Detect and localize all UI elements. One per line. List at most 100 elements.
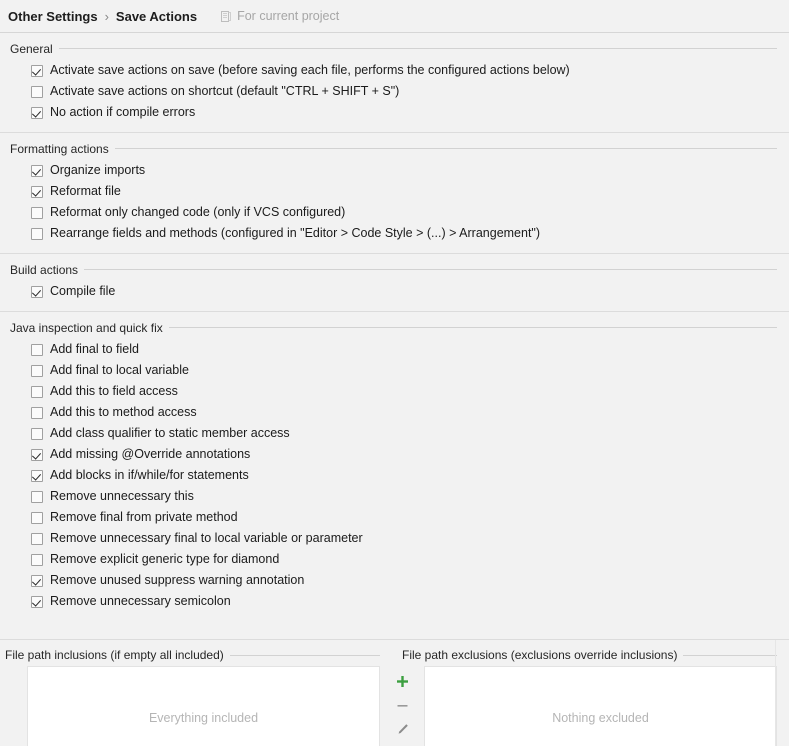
- checkbox-row[interactable]: Add class qualifier to static member acc…: [31, 423, 789, 444]
- checkbox-unchecked-icon[interactable]: [31, 490, 43, 503]
- checkbox-unchecked-icon[interactable]: [31, 227, 43, 240]
- checkbox-row[interactable]: Rearrange fields and methods (configured…: [31, 223, 789, 244]
- checkbox-row[interactable]: Remove explicit generic type for diamond: [31, 549, 789, 570]
- checkbox-label: Add missing @Override annotations: [50, 447, 251, 461]
- section-java-inspection-and-quick-fix: Java inspection and quick fix Add final t…: [0, 312, 789, 621]
- breadcrumb-separator-icon: ›: [104, 8, 109, 24]
- checkbox-label: Activate save actions on shortcut (defau…: [50, 84, 400, 98]
- checkbox-label: Remove unnecessary final to local variab…: [50, 531, 363, 545]
- exclusions-empty-text: Nothing excluded: [552, 711, 649, 725]
- checkbox-checked-icon[interactable]: [31, 164, 43, 177]
- checkbox-label: Reformat file: [50, 184, 121, 198]
- checkbox-label: Add final to field: [50, 342, 139, 356]
- checkbox-unchecked-icon[interactable]: [31, 553, 43, 566]
- checkbox-row[interactable]: Activate save actions on shortcut (defau…: [31, 81, 789, 102]
- inclusions-title: File path inclusions (if empty all inclu…: [5, 648, 224, 662]
- section-title-row: Formatting actions: [0, 133, 789, 156]
- checkbox-unchecked-icon[interactable]: [31, 385, 43, 398]
- checkbox-label: Remove explicit generic type for diamond: [50, 552, 280, 566]
- section-title-rule: [58, 48, 777, 49]
- checkbox-checked-icon[interactable]: [31, 185, 43, 198]
- checkbox-checked-icon[interactable]: [31, 595, 43, 608]
- exclusions-title: File path exclusions (exclusions overrid…: [402, 648, 678, 662]
- checkbox-unchecked-icon[interactable]: [31, 364, 43, 377]
- inclusions-title-rule: [229, 654, 380, 656]
- checkbox-unchecked-icon[interactable]: [31, 406, 43, 419]
- inclusions-list[interactable]: Everything included: [27, 666, 380, 746]
- section-title: Build actions: [10, 262, 79, 277]
- panel-right-edge: [775, 640, 776, 746]
- edit-icon: [398, 723, 408, 734]
- checkbox-row[interactable]: Add missing @Override annotations: [31, 444, 789, 465]
- settings-header: Other Settings › Save Actions For curren…: [0, 0, 789, 33]
- exclusions-list[interactable]: Nothing excluded: [424, 666, 777, 746]
- edit-path-button[interactable]: [391, 717, 413, 741]
- checkbox-label: Add class qualifier to static member acc…: [50, 426, 290, 440]
- checkbox-label: No action if compile errors: [50, 105, 196, 119]
- inclusions-title-block: File path inclusions (if empty all inclu…: [0, 648, 392, 662]
- section-title: Formatting actions: [10, 141, 109, 156]
- section-general: General Activate save actions on save (be…: [0, 33, 789, 133]
- checkbox-unchecked-icon[interactable]: [31, 343, 43, 356]
- section-build-actions: Build actions Compile file: [0, 254, 789, 312]
- section-title: Java inspection and quick fix: [10, 320, 163, 335]
- checkbox-label: Add final to local variable: [50, 363, 189, 377]
- checkbox-unchecked-icon[interactable]: [31, 532, 43, 545]
- checkbox-row[interactable]: Reformat file: [31, 181, 789, 202]
- checkbox-checked-icon[interactable]: [31, 285, 43, 298]
- section-title-rule: [84, 269, 777, 270]
- settings-sections: General Activate save actions on save (be…: [0, 33, 789, 621]
- checkbox-row[interactable]: Compile file: [31, 281, 789, 302]
- checkbox-label: Rearrange fields and methods (configured…: [50, 226, 541, 240]
- breadcrumb-parent[interactable]: Other Settings: [8, 9, 98, 24]
- checkbox-row[interactable]: Add this to method access: [31, 402, 789, 423]
- remove-path-button[interactable]: [391, 693, 413, 717]
- checkbox-unchecked-icon[interactable]: [31, 511, 43, 524]
- checkbox-row[interactable]: Add this to field access: [31, 381, 789, 402]
- checkbox-row[interactable]: Remove unused suppress warning annotatio…: [31, 570, 789, 591]
- checkbox-label: Remove unused suppress warning annotatio…: [50, 573, 305, 587]
- remove-icon: [397, 704, 407, 707]
- checkbox-label: Add blocks in if/while/for statements: [50, 468, 249, 482]
- checkbox-row[interactable]: Remove unnecessary semicolon: [31, 591, 789, 612]
- checkbox-row[interactable]: Organize imports: [31, 160, 789, 181]
- project-file-icon: [219, 10, 232, 23]
- checkbox-row[interactable]: Remove unnecessary final to local variab…: [31, 528, 789, 549]
- exclusions-title-block: File path exclusions (exclusions overrid…: [392, 648, 789, 662]
- section-title-rule: [114, 148, 777, 149]
- checkbox-row[interactable]: No action if compile errors: [31, 102, 789, 123]
- checkbox-row[interactable]: Activate save actions on save (before sa…: [31, 60, 789, 81]
- section-title-rule: [168, 327, 777, 328]
- checkbox-row[interactable]: Remove final from private method: [31, 507, 789, 528]
- checkbox-label: Remove unnecessary this: [50, 489, 194, 503]
- checkbox-row[interactable]: Add final to local variable: [31, 360, 789, 381]
- checkbox-row[interactable]: Add blocks in if/while/for statements: [31, 465, 789, 486]
- checkbox-row[interactable]: Reformat only changed code (only if VCS …: [31, 202, 789, 223]
- checkbox-row[interactable]: Remove unnecessary this: [31, 486, 789, 507]
- checkbox-unchecked-icon[interactable]: [31, 427, 43, 440]
- scope-indicator: For current project: [219, 9, 339, 23]
- add-path-button[interactable]: [391, 669, 413, 693]
- section-formatting-actions: Formatting actions Organize imports Reform…: [0, 133, 789, 254]
- checkbox-row[interactable]: Add final to field: [31, 339, 789, 360]
- checkbox-label: Activate save actions on save (before sa…: [50, 63, 570, 77]
- section-title-row: Build actions: [0, 254, 789, 277]
- checkbox-checked-icon[interactable]: [31, 574, 43, 587]
- checkbox-checked-icon[interactable]: [31, 64, 43, 77]
- scope-label: For current project: [237, 9, 340, 23]
- checkbox-label: Remove final from private method: [50, 510, 238, 524]
- checkbox-label: Reformat only changed code (only if VCS …: [50, 205, 346, 219]
- checkbox-label: Organize imports: [50, 163, 146, 177]
- checkbox-unchecked-icon[interactable]: [31, 206, 43, 219]
- checkbox-unchecked-icon[interactable]: [31, 85, 43, 98]
- file-path-titles: File path inclusions (if empty all inclu…: [0, 640, 789, 666]
- section-title: General: [10, 41, 53, 56]
- section-title-row: Java inspection and quick fix: [0, 312, 789, 335]
- checkbox-label: Add this to method access: [50, 405, 197, 419]
- checkbox-checked-icon[interactable]: [31, 469, 43, 482]
- checkbox-checked-icon[interactable]: [31, 106, 43, 119]
- file-path-toolbar: [380, 666, 424, 746]
- inclusions-empty-text: Everything included: [148, 711, 259, 725]
- checkbox-checked-icon[interactable]: [31, 448, 43, 461]
- exclusions-title-rule: [683, 654, 777, 656]
